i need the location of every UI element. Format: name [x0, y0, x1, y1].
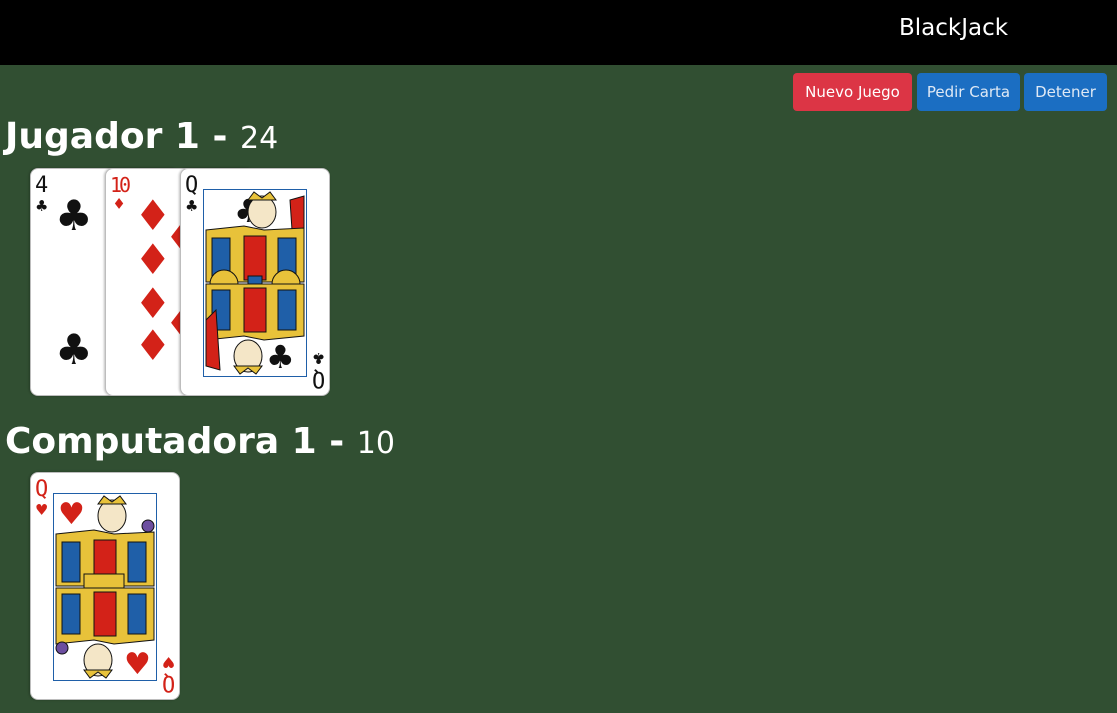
player-name: Jugador 1	[5, 116, 200, 157]
queen-illustration: ♥ ♥	[54, 494, 156, 682]
card-rank: Q	[35, 477, 49, 502]
card-corner-bottom: Q ♣	[311, 347, 325, 391]
queen-face-art: ♣ ♣	[203, 189, 307, 377]
computer-separator: -	[329, 421, 345, 462]
app-title: BlackJack	[899, 15, 1009, 41]
card-suit: ♥	[36, 500, 48, 521]
card-suit: ♣	[186, 196, 198, 217]
player-card-queen-clubs: Q ♣ ♣ Q ♣	[180, 168, 330, 396]
top-navbar: BlackJack	[0, 0, 1117, 65]
card-rank: 10	[110, 173, 131, 197]
card-rank: Q	[185, 173, 199, 198]
computer-name: Computadora 1	[5, 421, 317, 462]
club-pip: ♣	[55, 325, 93, 374]
card-rank: Q	[161, 670, 175, 695]
card-corner: 4 ♣	[35, 175, 48, 216]
queen-illustration: ♣ ♣	[204, 190, 306, 376]
card-suit: ♦	[113, 194, 125, 215]
card-corner: Q ♣	[185, 175, 198, 216]
computer-card-queen-hearts: Q ♥ ♥ ♥ Q ♥	[30, 472, 180, 700]
card-corner: 10 ♦	[110, 173, 131, 215]
queen-face-art: ♥ ♥	[53, 493, 157, 682]
player-score: 24	[239, 121, 279, 156]
new-game-button[interactable]: Nuevo Juego	[793, 73, 912, 111]
stand-button[interactable]: Detener	[1024, 73, 1107, 111]
card-rank: 4	[35, 173, 49, 198]
card-suit: ♣	[312, 347, 324, 368]
club-pip: ♣	[55, 191, 93, 240]
hit-button[interactable]: Pedir Carta	[917, 73, 1020, 111]
computer-score: 10	[356, 426, 395, 461]
card-rank: Q	[311, 366, 325, 391]
computer-heading: Computadora 1 - 10	[5, 421, 395, 465]
card-corner-bottom: Q ♥	[161, 651, 175, 695]
svg-text:♣: ♣	[266, 338, 295, 376]
card-corner: Q ♥	[35, 479, 48, 520]
card-suit: ♥	[162, 651, 174, 672]
card-suit: ♣	[36, 196, 48, 217]
svg-text:♥: ♥	[124, 647, 151, 680]
player-separator: -	[212, 116, 228, 157]
player-heading: Jugador 1 - 24	[5, 116, 278, 160]
svg-text:♥: ♥	[58, 497, 85, 532]
